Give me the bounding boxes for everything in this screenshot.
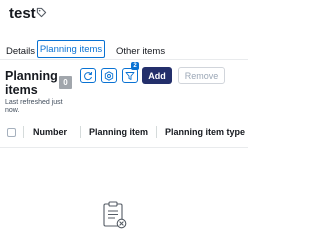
filter-count-badge: 2 bbox=[131, 62, 139, 70]
column-header-planning-item-type[interactable]: Planning item type bbox=[165, 127, 245, 137]
settings-button[interactable] bbox=[101, 68, 117, 83]
column-header-planning-item[interactable]: Planning item bbox=[89, 127, 148, 137]
column-divider[interactable] bbox=[23, 126, 24, 138]
tab-planning-items[interactable]: Planning items bbox=[37, 40, 105, 58]
section-heading: Planning items bbox=[5, 69, 58, 97]
tab-details[interactable]: Details bbox=[6, 46, 35, 57]
add-button[interactable]: Add bbox=[142, 67, 172, 84]
item-count-badge: 0 bbox=[59, 76, 72, 89]
filter-button[interactable] bbox=[122, 68, 138, 83]
column-header-number[interactable]: Number bbox=[33, 127, 67, 137]
column-divider[interactable] bbox=[156, 126, 157, 138]
remove-button[interactable]: Remove bbox=[178, 67, 225, 84]
select-all-checkbox[interactable] bbox=[7, 128, 16, 137]
table-header-divider bbox=[0, 147, 248, 148]
clipboard-empty-icon bbox=[103, 201, 127, 229]
settings-icon bbox=[104, 70, 114, 81]
last-refreshed-text: Last refreshed just now. bbox=[5, 99, 63, 114]
tab-divider bbox=[0, 59, 248, 60]
refresh-button[interactable] bbox=[80, 68, 96, 83]
tab-other-items[interactable]: Other items bbox=[116, 46, 165, 57]
column-divider[interactable] bbox=[80, 126, 81, 138]
refresh-icon bbox=[84, 71, 93, 80]
tag-icon[interactable] bbox=[36, 7, 47, 18]
filter-icon bbox=[125, 71, 135, 80]
page-title: test bbox=[9, 5, 36, 22]
